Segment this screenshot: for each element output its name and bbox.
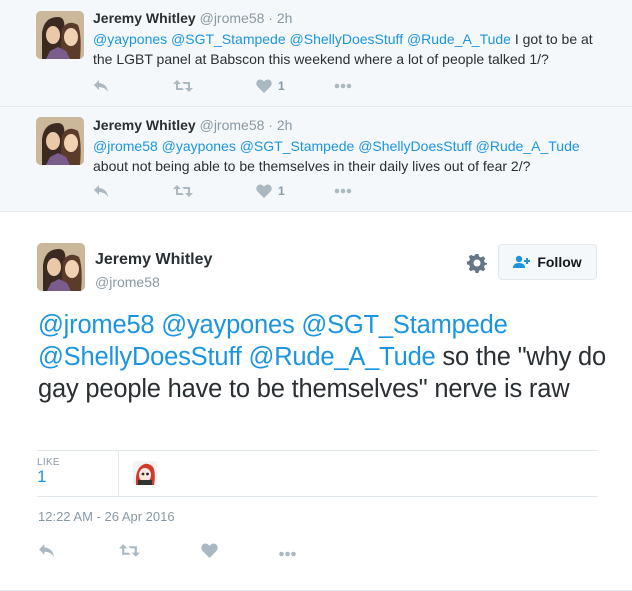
- tweet-text: @jrome58 @yaypones @SGT_Stampede @Shelly…: [93, 136, 613, 176]
- like-button[interactable]: 1: [256, 183, 285, 199]
- more-button[interactable]: [278, 546, 297, 562]
- retweet-button[interactable]: [173, 183, 193, 199]
- heart-icon: [256, 79, 272, 93]
- like-count[interactable]: 1: [37, 467, 46, 487]
- like-button[interactable]: [201, 542, 218, 558]
- mentions-link[interactable]: @jrome58 @yaypones @SGT_Stampede @Shelly…: [93, 138, 580, 154]
- reply-icon: [39, 543, 54, 557]
- user-handle[interactable]: @jrome58: [200, 117, 265, 133]
- retweet-button[interactable]: [119, 542, 140, 558]
- more-icon: [334, 83, 352, 89]
- add-user-icon: [513, 255, 531, 268]
- user-name[interactable]: Jeremy Whitley: [93, 10, 196, 26]
- tweet-time[interactable]: · 2h: [268, 10, 292, 26]
- reply-tweet-2[interactable]: Jeremy Whitley @jrome58 · 2h @jrome58 @y…: [0, 107, 632, 212]
- avatar[interactable]: [36, 11, 84, 59]
- retweet-icon: [119, 543, 140, 557]
- like-button[interactable]: 1: [256, 78, 285, 94]
- tweet-actions: 1: [93, 183, 393, 199]
- avatar[interactable]: [37, 243, 85, 291]
- tweet-header: Jeremy Whitley @jrome58 · 2h: [93, 10, 292, 26]
- mentions-link[interactable]: @yaypones @SGT_Stampede @ShellyDoesStuff…: [93, 31, 511, 47]
- more-button[interactable]: [334, 183, 352, 199]
- tweet-text: @jrome58 @yaypones @SGT_Stampede @Shelly…: [38, 309, 608, 405]
- gear-icon[interactable]: [467, 253, 487, 273]
- heart-icon: [256, 184, 272, 198]
- follow-label: Follow: [537, 254, 582, 270]
- reply-button[interactable]: [93, 78, 109, 94]
- tweet-header: Jeremy Whitley @jrome58 · 2h: [93, 117, 292, 133]
- main-tweet: Jeremy Whitley @jrome58 Follow @jrome58 …: [0, 213, 632, 591]
- more-icon: [334, 188, 352, 194]
- more-icon: [279, 551, 296, 557]
- more-button[interactable]: [334, 78, 352, 94]
- tweet-stats: LIKE 1: [37, 450, 597, 497]
- heart-icon: [201, 543, 218, 558]
- reply-button[interactable]: [93, 183, 109, 199]
- reply-icon: [94, 80, 108, 92]
- user-handle[interactable]: @jrome58: [200, 10, 265, 26]
- user-name[interactable]: Jeremy Whitley: [95, 251, 212, 269]
- divider: [118, 451, 119, 496]
- tweet-body: about not being able to be themselves in…: [93, 158, 531, 174]
- user-handle[interactable]: @jrome58: [95, 274, 160, 290]
- reply-icon: [94, 185, 108, 197]
- tweet-timestamp[interactable]: 12:22 AM - 26 Apr 2016: [38, 509, 175, 524]
- tweet-time[interactable]: · 2h: [268, 117, 292, 133]
- retweet-icon: [173, 185, 193, 197]
- reply-tweet-1[interactable]: Jeremy Whitley @jrome58 · 2h @yaypones @…: [0, 0, 632, 107]
- retweet-icon: [173, 80, 193, 92]
- reply-button[interactable]: [38, 542, 55, 558]
- liker-avatar[interactable]: [133, 461, 157, 485]
- like-count: 1: [278, 184, 285, 198]
- follow-button[interactable]: Follow: [498, 244, 597, 280]
- user-name[interactable]: Jeremy Whitley: [93, 117, 196, 133]
- like-count: 1: [278, 79, 285, 93]
- tweet-actions: 1: [93, 78, 393, 94]
- tweet-actions: [38, 541, 338, 559]
- tweet-text: @yaypones @SGT_Stampede @ShellyDoesStuff…: [93, 29, 613, 69]
- retweet-button[interactable]: [173, 78, 193, 94]
- avatar[interactable]: [36, 117, 84, 165]
